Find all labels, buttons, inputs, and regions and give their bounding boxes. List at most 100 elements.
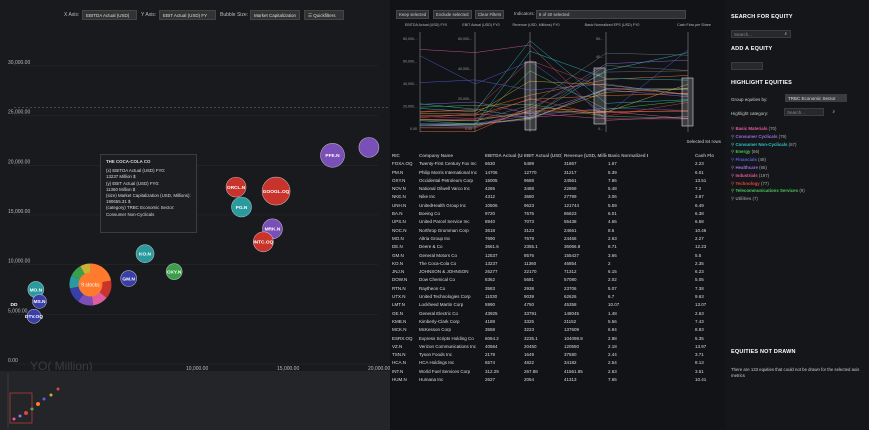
table-row[interactable]: OXY.N Occidental Petroleum Corp 15005 9688 2…: [392, 177, 726, 185]
table-row[interactable]: UTX.N United Technologies Corp 11030 9039 62…: [392, 293, 726, 301]
pc-axis-title: Revenue (USD, Millions) FY0: [513, 23, 560, 27]
sector-item[interactable]: ⚲ Utilities (7): [731, 196, 758, 202]
highlight-category-label: Highlight category:: [731, 111, 769, 116]
table-row[interactable]: VZ.N Verizon Communications Inc 40564 20450…: [392, 343, 726, 351]
table-cell: 11030: [485, 294, 498, 300]
bubble-dd[interactable]: DD: [11, 302, 18, 308]
table-row[interactable]: GM.N General Motors Co 12537 8576 155427 3.66…: [392, 252, 726, 260]
table-row[interactable]: RTN.N Raytheon Co 3583 2938 23706 5.07 7.38: [392, 285, 726, 293]
table-row[interactable]: HCA.N HCA Holdings Inc 6574 4822 34182 2.54 8.…: [392, 359, 726, 367]
table-cell: 3618: [485, 227, 496, 233]
x-axis-label: X Axis:: [64, 12, 80, 18]
sector-item[interactable]: ⚲ Financials (48): [731, 157, 766, 163]
table-row[interactable]: KO.N The Coca-Cola Co 13237 11360 46854 2 2.35: [392, 260, 726, 268]
table-row[interactable]: HUM.N Humana Inc 2627 2054 41313 7.65 10.41: [392, 376, 726, 384]
bubble-size-select[interactable]: Market Capitalization: [250, 10, 300, 20]
table-cell: 2.44: [608, 352, 617, 358]
pc-axis-title: EBITDA Actual (USD) FY0: [405, 23, 447, 27]
keep-selected-button[interactable]: Keep selected: [396, 10, 430, 19]
table-cell: 8.83: [695, 327, 704, 333]
sector-count: (70): [768, 126, 777, 131]
table-cell: 6.49: [695, 202, 704, 208]
bubble-unlabeled[interactable]: [358, 137, 380, 158]
sector-item[interactable]: ⚲ Healthcare (65): [731, 165, 767, 171]
parallel-coordinates-chart[interactable]: EBITDA Actual (USD) FY0 EBIT Actual (USD)…: [392, 0, 726, 150]
add-equity-input[interactable]: [731, 62, 763, 70]
overview-minimap[interactable]: [0, 371, 390, 430]
sector-item[interactable]: ⚲ Consumer Non-Cyclicals (67): [731, 142, 796, 148]
pc-brush[interactable]: [593, 67, 606, 125]
table-cell: 27799: [564, 194, 577, 200]
sector-count: (77): [760, 180, 769, 186]
table-cell: 2: [608, 260, 611, 266]
table-row[interactable]: NOV.N National Oilwell Varco Inc 4265 3488 2…: [392, 185, 726, 193]
pie-cluster-label: 9 stocks: [81, 282, 100, 288]
table-cell: 3.66: [608, 252, 617, 258]
bubble-ms.n[interactable]: MS.N: [32, 294, 47, 309]
sector-item[interactable]: ⚲ Industrials (197): [731, 173, 769, 179]
indicators-select[interactable]: 6 of 40 selected: [536, 10, 686, 19]
sector-item[interactable]: ⚲ Technology (77): [731, 181, 769, 187]
table-row[interactable]: LMT.N Lockheed Martin Corp 5990 4750 45358 10…: [392, 301, 726, 309]
quickfilters-button[interactable]: ☰ Quickfilters: [304, 10, 344, 20]
table-row[interactable]: DE.N Deere & Co 3661.6 2355.1 36066.8 8.71 12.…: [392, 243, 726, 251]
table-row[interactable]: UPS.N United Parcel Service Inc 8940 7073 55…: [392, 218, 726, 226]
pie-cluster[interactable]: 9 stocks: [69, 263, 112, 306]
pc-brush[interactable]: [681, 77, 694, 127]
table-row[interactable]: UNH.N UnitedHealth Group Inc 10506 9623 1217…: [392, 202, 726, 210]
table-cell: 5.56: [608, 318, 617, 324]
table-cell: 2.18: [608, 343, 617, 349]
table-row[interactable]: KMB.N Kimberly-Clark Corp 4188 3325 21152 5.5…: [392, 318, 726, 326]
sector-item[interactable]: ⚲ Energy (56): [731, 149, 759, 155]
table-row[interactable]: TSN.N Tyson Foods Inc 2179 1649 37580 2.44 3.7…: [392, 351, 726, 359]
table-cell: Raytheon Co: [419, 285, 446, 291]
sector-item[interactable]: ⚲ Telecommunications Services (9): [731, 188, 805, 194]
table-cell: 3.06: [608, 194, 617, 200]
bubble-ko.n[interactable]: KO.N: [135, 244, 155, 263]
table-row[interactable]: BA.N Boeing Co 9720 7676 86623 6.01 6.38: [392, 210, 726, 218]
y-axis-select[interactable]: EBIT Actual (USD) FY: [159, 10, 216, 20]
x-axis-select[interactable]: EBITDA Actual (USD): [82, 10, 137, 20]
bubble-circle[interactable]: [358, 137, 380, 158]
pc-brush[interactable]: [524, 61, 537, 131]
bubble-googl.oq[interactable]: GOOGL.OQ: [261, 176, 291, 206]
table-cell: MCK.N: [392, 327, 407, 333]
bubble-dtv.oq[interactable]: DTV.OQ: [25, 308, 43, 324]
table-row[interactable]: JNJ.N JOHNSON & JOHNSON 26277 22170 71312 6.1…: [392, 268, 726, 276]
search-icon[interactable]: ⌕: [832, 109, 835, 114]
highlight-category-input[interactable]: Search... ⌕: [784, 108, 835, 116]
table-row[interactable]: NKE.N Nike Inc 4312 3680 27799 3.06 3.67: [392, 193, 726, 201]
search-input[interactable]: Search... ⌕: [731, 30, 791, 38]
bubble-pfe.n[interactable]: PFE.N: [320, 143, 345, 168]
bubble-oxy.n[interactable]: OXY.N: [165, 263, 183, 280]
table-cell: 155427: [564, 252, 580, 258]
table-row[interactable]: GE.N General Electric Co 43925 33791 148045 1…: [392, 310, 726, 318]
table-cell: 2355.1: [524, 244, 538, 250]
pc-line: [419, 88, 689, 126]
bubble-pg.n[interactable]: PG.N: [231, 196, 252, 218]
table-row[interactable]: DOW.N Dow Chemical Co 8362 5681 57080 2.02 5.0…: [392, 276, 726, 284]
bubble-orcl.n[interactable]: ORCL.N: [225, 176, 247, 198]
sector-item[interactable]: ⚲ Basic Materials (70): [731, 126, 776, 132]
bubble-intc.oq[interactable]: INTC.OQ: [253, 231, 274, 253]
table-row[interactable]: ESRX.OQ Express Scripts Holding Co 6064.2 3…: [392, 335, 726, 343]
group-by-select[interactable]: TRBC Economic Sector: [785, 94, 847, 102]
table-row[interactable]: PM.N Philip Morris International Inc 14706…: [392, 169, 726, 177]
table-cell: 13237: [485, 260, 498, 266]
bubble-gm.n[interactable]: GM.N: [120, 270, 137, 287]
table-cell: 40564: [485, 343, 498, 349]
table-cell: UPS.N: [392, 219, 406, 225]
table-row[interactable]: NOC.N Northrop Grumman Corp 3618 3123 24661 8…: [392, 227, 726, 235]
table-row[interactable]: FOXA.OQ Twenty-First Century Fox Inc 6630 5…: [392, 160, 726, 168]
table-cell: LMT.N: [392, 302, 406, 308]
table-row[interactable]: MO.N Altria Group Inc 7690 7679 24466 2.63 2.2…: [392, 235, 726, 243]
tooltip-line: Consumer Non-Cyclicals: [106, 211, 155, 217]
sector-count: (7): [752, 196, 758, 202]
table-row[interactable]: MCK.N McKesson Corp 3558 3223 137609 6.84 8.83: [392, 326, 726, 334]
table-row[interactable]: INT.N World Fuel Services Corp 312.29 267.8…: [392, 368, 726, 376]
table-cell: TSN.N: [392, 352, 406, 358]
search-icon[interactable]: ⌕: [784, 31, 787, 36]
clear-filters-button[interactable]: Clear Filters: [475, 10, 505, 19]
sector-item[interactable]: ⚲ Consumer Cyclicals (79): [731, 134, 786, 140]
exclude-selected-button[interactable]: Exclude selected: [433, 10, 472, 19]
